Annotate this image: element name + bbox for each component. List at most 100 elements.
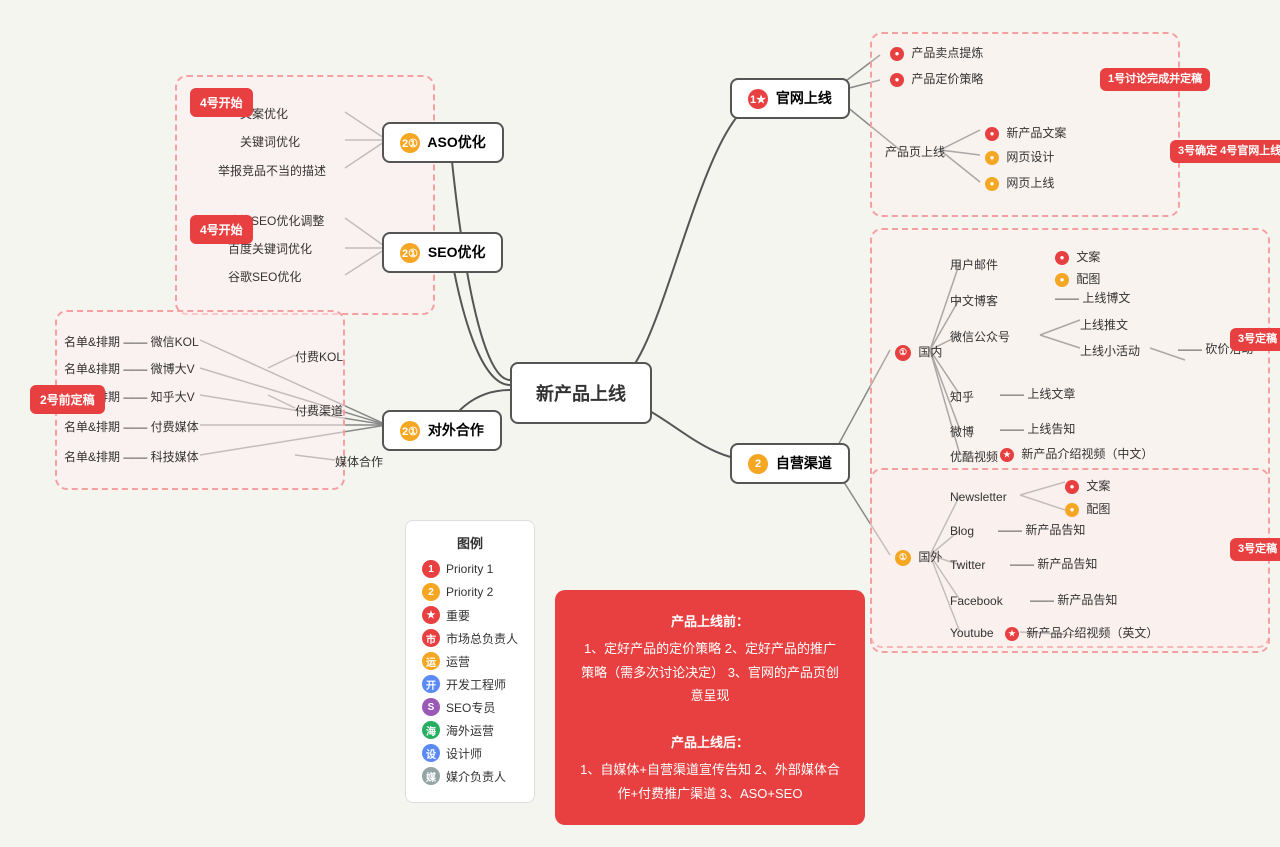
tag-3-4-top: 3号定稿 4号上线 — [1230, 328, 1280, 351]
legend-market: 市 市场总负责人 — [422, 629, 518, 647]
info-box: 产品上线前： 1、定好产品的定价策略 2、定好产品的推广策略（需多次讨论决定） … — [555, 590, 865, 825]
guonei-youjian: 用户邮件 — [950, 256, 998, 273]
duiwai-item-media: 名单&排期 —— 付费媒体 — [64, 418, 199, 435]
guowai-blog: Blog — [950, 524, 974, 538]
legend-icon-media-person: 媒 — [422, 767, 440, 785]
badge-sub2: ● — [985, 151, 999, 165]
mind-map-canvas: 4号开始 4号开始 2号前定稿 新产品上线 1★ 官网上线 2 自营渠道 2① … — [0, 0, 1280, 847]
legend-icon-p2: 2 — [422, 583, 440, 601]
label-2-pre: 2号前定稿 — [30, 385, 105, 414]
guowai-facebook: Facebook — [950, 594, 1003, 608]
info-after-title: 产品上线后： — [579, 731, 841, 754]
legend-icon-important: ★ — [422, 606, 440, 624]
b2: ● — [1055, 273, 1069, 287]
legend-dev: 开 开发工程师 — [422, 675, 518, 693]
aso-item-3: 举报竞品不当的描述 — [218, 162, 326, 179]
duiwai-meiti: 媒体合作 — [335, 453, 383, 470]
guanwang-item1: ● 产品卖点提炼 — [890, 44, 983, 61]
blog-gonggao: —— 新产品告知 — [998, 521, 1085, 538]
ziy-guowai: ① 国外 — [895, 548, 942, 566]
guanwang-item2: ● 产品定价策略 — [890, 70, 983, 87]
legend-box: 图例 1 Priority 1 2 Priority 2 ★ 重要 市 市场总负… — [405, 520, 535, 803]
b1: ● — [1055, 251, 1069, 265]
guonei-youku: 优酷视频 — [950, 448, 998, 465]
legend-overseas: 海 海外运营 — [422, 721, 518, 739]
legend-icon-seo-person: S — [422, 698, 440, 716]
youjian-peitu: ● 配图 — [1055, 270, 1100, 287]
weixin-xiaohd: 上线小活动 — [1080, 342, 1140, 359]
legend-icon-overseas: 海 — [422, 721, 440, 739]
badge-item1: ● — [890, 47, 904, 61]
legend-important: ★ 重要 — [422, 606, 518, 624]
badge-sub3: ● — [985, 177, 999, 191]
badge-aso: 2① — [400, 133, 420, 153]
duiwai-feikol: 付费KOL — [295, 348, 343, 365]
aso-item-2: 关键词优化 — [240, 133, 300, 150]
node-duiwai: 2① 对外合作 — [382, 410, 502, 451]
guonei-weixin: 微信公众号 — [950, 328, 1010, 345]
legend-icon-market: 市 — [422, 629, 440, 647]
duiwai-item-weixin: 名单&排期 —— 微信KOL — [64, 333, 199, 350]
badge-star-guanwang: 1★ — [748, 89, 768, 109]
legend-media-person: 媒 媒介负责人 — [422, 767, 518, 785]
chanpin-sub1: ● 新产品文案 — [985, 124, 1066, 141]
info-before-content: 1、定好产品的定价策略 2、定好产品的推广策略（需多次讨论决定） 3、官网的产品… — [579, 637, 841, 707]
legend-priority2: 2 Priority 2 — [422, 583, 518, 601]
node-ziyingqudao: 2 自营渠道 — [730, 443, 850, 484]
badge-seo: 2① — [400, 243, 420, 263]
tag-3-4-bot: 3号定稿 4号上线 — [1230, 538, 1280, 561]
legend-designer: 设 设计师 — [422, 744, 518, 762]
guowai-newsletter: Newsletter — [950, 490, 1007, 504]
weixin-tuiwen: 上线推文 — [1080, 316, 1128, 333]
b-youku: ★ — [1000, 448, 1014, 462]
node-aso: 2① ASO优化 — [382, 122, 504, 163]
chanpin-sub2: ● 网页设计 — [985, 148, 1054, 165]
label-4-start-aso: 4号开始 — [190, 88, 253, 117]
duiwai-item-tech: 名单&排期 —— 科技媒体 — [64, 448, 199, 465]
badge-sub1: ● — [985, 127, 999, 141]
center-node: 新产品上线 — [510, 362, 652, 424]
duiwai-item-weibo-v: 名单&排期 —— 微博大V — [64, 360, 195, 377]
tag-3-confirm-4-online: 3号确定 4号官网上线 — [1170, 140, 1280, 163]
b-yt: ★ — [1005, 627, 1019, 641]
ziy-guonei: ① 国内 — [895, 343, 942, 361]
legend-icon-ops: 运 — [422, 652, 440, 670]
zhongwen-bowen: —— 上线博文 — [1055, 289, 1130, 306]
legend-priority1: 1 Priority 1 — [422, 560, 518, 578]
badge-duiwai: 2① — [400, 421, 420, 441]
legend-icon-p1: 1 — [422, 560, 440, 578]
legend-icon-designer: 设 — [422, 744, 440, 762]
seo-item-3: 谷歌SEO优化 — [228, 268, 301, 285]
info-before-title: 产品上线前： — [579, 610, 841, 633]
info-after-content: 1、自媒体+自营渠道宣传告知 2、外部媒体合作+付费推广渠道 3、ASO+SEO — [579, 758, 841, 805]
chanpin-sub3: ● 网页上线 — [985, 174, 1054, 191]
twitter-gonggao: —— 新产品告知 — [1010, 555, 1097, 572]
guanwang-chanpin: 产品页上线 — [885, 143, 945, 160]
node-seo: 2① SEO优化 — [382, 232, 503, 273]
duiwai-feiqu: 付费渠道 — [295, 402, 343, 419]
weibo-gonggao: —— 上线告知 — [1000, 420, 1075, 437]
guonei-weibo: 微博 — [950, 423, 974, 440]
legend-seo-person: S SEO专员 — [422, 698, 518, 716]
badge-2-ziyingqudao: 2 — [748, 454, 768, 474]
label-4-start-seo: 4号开始 — [190, 215, 253, 244]
nl-wanan: ● 文案 — [1065, 477, 1110, 494]
youjian-wanan: ● 文案 — [1055, 248, 1100, 265]
legend-ops: 运 运营 — [422, 652, 518, 670]
fb-gonggao: —— 新产品告知 — [1030, 591, 1117, 608]
guowai-youtube: Youtube — [950, 626, 994, 640]
badge-item2: ● — [890, 73, 904, 87]
legend-icon-dev: 开 — [422, 675, 440, 693]
legend-title: 图例 — [422, 533, 518, 552]
guonei-zhihu: 知乎 — [950, 388, 974, 405]
b-nl1: ● — [1065, 480, 1079, 494]
tag-1-complete: 1号讨论完成并定稿 — [1100, 68, 1210, 91]
b-nl2: ● — [1065, 503, 1079, 517]
badge-guowai: ① — [895, 550, 911, 566]
node-guanwang: 1★ 官网上线 — [730, 78, 850, 119]
zhihu-wenzhang: —— 上线文章 — [1000, 385, 1075, 402]
badge-guonei: ① — [895, 345, 911, 361]
guowai-twitter: Twitter — [950, 558, 985, 572]
nl-peitu: ● 配图 — [1065, 500, 1110, 517]
guonei-zhongwen: 中文博客 — [950, 292, 998, 309]
